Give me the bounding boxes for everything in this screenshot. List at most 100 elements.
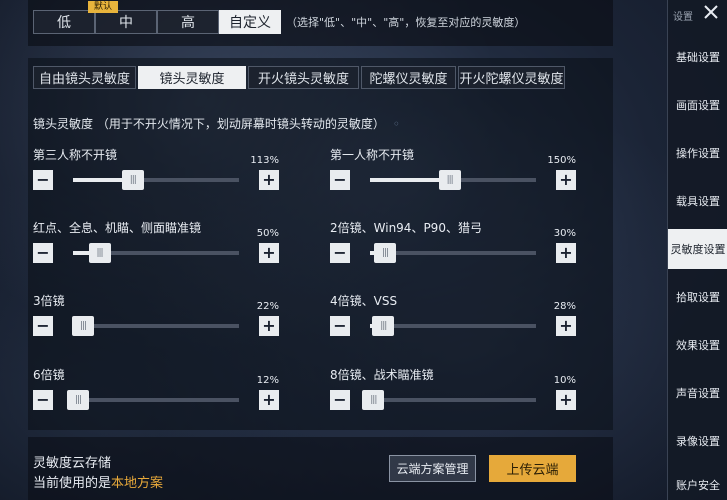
slider-thumb[interactable]: ||| [88,243,111,263]
slider-scope-2x: 2倍镜、Win94、P90、猎弓 30% − ||| + [330,219,576,289]
sidebar-item-basic[interactable]: 基础设置 [668,37,727,77]
slider-thumb[interactable]: ||| [372,316,395,336]
slider-label: 3倍镜 [33,294,65,308]
cloud-current: 当前使用的是本地方案 [33,472,163,491]
grip-icon: ||| [380,320,387,331]
slider-value: 12% [256,375,279,386]
decrease-button[interactable]: − [33,390,53,410]
settings-sidebar: 设置 基础设置画面设置操作设置载具设置灵敏度设置拾取设置效果设置声音设置录像设置… [667,0,727,500]
grip-icon: ||| [370,394,377,405]
preset-low-button[interactable]: 低 [33,10,95,34]
sidebar-item-effects[interactable]: 效果设置 [668,325,727,365]
section-title-text: 镜头灵敏度 （用于不开火情况下，划动屏幕时镜头转动的灵敏度） [33,117,385,131]
slider-red-dot-holo-iron: 红点、全息、机瞄、侧面瞄准镜 50% − ||| + [33,219,279,289]
sidebar-item-sensitivity[interactable]: 灵敏度设置 [668,229,727,269]
decrease-button[interactable]: − [33,243,53,263]
slider-value: 22% [256,301,279,312]
decrease-button[interactable]: − [33,316,53,336]
sidebar-item-audio[interactable]: 声音设置 [668,373,727,413]
slider-label: 第一人称不开镜 [330,148,415,162]
preset-hint: （选择"低"、"中"、"高"，恢复至对应的灵敏度） [286,16,526,29]
slider-thumb[interactable]: ||| [121,170,144,190]
tab-gyroscope[interactable]: 陀螺仪灵敏度 [361,66,456,89]
slider-scope-4x: 4倍镜、VSS 28% − ||| + [330,292,576,362]
slider-thumb[interactable]: ||| [438,170,461,190]
decrease-button[interactable]: − [330,390,350,410]
preset-mid-button[interactable]: 中 默认 [88,1,157,34]
slider-track[interactable]: ||| [71,316,239,336]
decrease-button[interactable]: − [330,316,350,336]
default-badge: 默认 [88,1,119,13]
preset-custom-button[interactable]: 自定义 [219,10,281,34]
increase-button[interactable]: + [556,170,576,190]
sidebar-item-pickup[interactable]: 拾取设置 [668,277,727,317]
preset-group: 低 中 默认 高 自定义 [33,1,281,34]
decrease-button[interactable]: − [330,170,350,190]
slider-scope-6x: 6倍镜 12% − ||| + [33,366,279,436]
slider-label: 2倍镜、Win94、P90、猎弓 [330,221,482,235]
close-icon[interactable] [702,3,720,21]
slider-label: 8倍镜、战术瞄准镜 [330,368,434,382]
slider-track[interactable]: ||| [370,243,536,263]
slider-track[interactable]: ||| [370,316,536,336]
decrease-button[interactable]: − [330,243,350,263]
increase-button[interactable]: + [556,243,576,263]
tab-free-camera[interactable]: 自由镜头灵敏度 [33,66,136,89]
cloud-upload-button[interactable]: 上传云端 [489,455,576,482]
slider-track[interactable]: ||| [362,390,536,410]
grip-icon: ||| [381,247,389,258]
slider-thumb[interactable]: ||| [373,243,396,263]
slider-value: 10% [553,375,576,386]
decrease-button[interactable]: − [33,170,53,190]
cloud-title: 灵敏度云存储 [33,456,112,471]
slider-value: 113% [250,155,279,166]
sidebar-item-display[interactable]: 画面设置 [668,85,727,125]
slider-fill [370,178,450,182]
cloud-current-prefix: 当前使用的是 [33,476,112,491]
slider-thumb[interactable]: ||| [66,390,89,410]
slider-thumb[interactable]: ||| [362,390,385,410]
slider-value: 50% [256,228,279,239]
increase-button[interactable]: + [259,243,279,263]
grip-icon: ||| [96,247,103,258]
slider-scope-3x: 3倍镜 22% − ||| + [33,292,279,362]
section-title: 镜头灵敏度 （用于不开火情况下，划动屏幕时镜头转动的灵敏度） ◦ [33,115,400,132]
increase-button[interactable]: + [556,390,576,410]
sidebar-item-vehicle[interactable]: 载具设置 [668,181,727,221]
sensitivity-tabs: 自由镜头灵敏度 镜头灵敏度 开火镜头灵敏度 陀螺仪灵敏度 开火陀螺仪灵敏度 [33,66,567,89]
increase-button[interactable]: + [259,316,279,336]
tab-camera[interactable]: 镜头灵敏度 [138,66,246,89]
slider-track[interactable]: ||| [73,170,239,190]
tab-fire-camera[interactable]: 开火镜头灵敏度 [248,66,359,89]
slider-value: 28% [553,301,576,312]
sidebar-header: 设置 [668,0,727,28]
slider-label: 红点、全息、机瞄、侧面瞄准镜 [33,221,202,235]
increase-button[interactable]: + [556,316,576,336]
slider-label: 第三人称不开镜 [33,148,118,162]
slider-label: 4倍镜、VSS [330,294,398,308]
tab-fire-gyroscope[interactable]: 开火陀螺仪灵敏度 [458,66,565,89]
slider-label: 6倍镜 [33,368,65,382]
slider-track[interactable]: ||| [370,170,536,190]
decor-dot-icon: ◦ [392,117,400,131]
increase-button[interactable]: + [259,390,279,410]
cloud-manage-button[interactable]: 云端方案管理 [389,455,476,482]
grip-icon: ||| [446,174,454,185]
sidebar-header-label: 设置 [673,12,693,23]
slider-scope-8x: 8倍镜、战术瞄准镜 10% − ||| + [330,366,576,436]
slider-value: 150% [547,155,576,166]
grip-icon: ||| [74,394,82,405]
preset-mid-label: 中 [119,15,133,31]
slider-track[interactable]: ||| [73,243,239,263]
grip-icon: ||| [79,320,87,331]
sidebar-item-controls[interactable]: 操作设置 [668,133,727,173]
cloud-current-plan: 本地方案 [111,476,164,491]
slider-thumb[interactable]: ||| [71,316,94,336]
grip-icon: ||| [129,174,137,185]
sidebar-item-account-security[interactable]: 账户安全 [668,469,727,500]
preset-high-button[interactable]: 高 [157,10,219,34]
slider-value: 30% [553,228,576,239]
slider-track[interactable]: ||| [66,390,239,410]
sidebar-item-replay[interactable]: 录像设置 [668,421,727,461]
increase-button[interactable]: + [259,170,279,190]
